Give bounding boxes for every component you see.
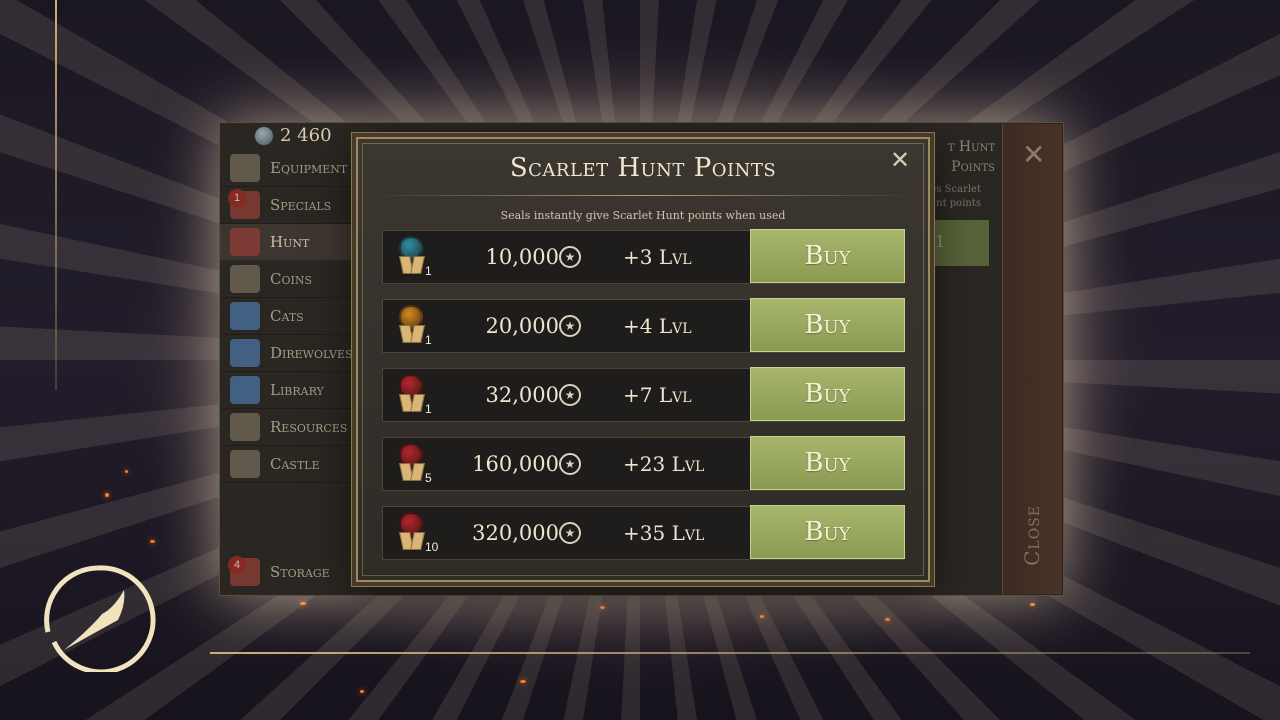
currency-display: 2 460: [254, 125, 332, 146]
coins-icon: [230, 265, 260, 293]
seal-count: 1: [425, 264, 432, 278]
buy-button[interactable]: Buy: [750, 298, 905, 352]
game-logo-icon: [44, 565, 156, 672]
points-value: 160,000: [472, 452, 559, 476]
modal-title: Scarlet Hunt Points: [509, 153, 777, 183]
sidebar-item-label: Coins: [270, 270, 313, 288]
sidebar: Equipment 1 Specials Hunt Coins Cats Dir…: [220, 150, 360, 483]
seal-count: 1: [425, 333, 432, 347]
ember: [885, 618, 890, 621]
frame-line: [55, 0, 57, 390]
offer-row: 5 160,000 ★ +23 Lvl Buy: [382, 436, 905, 491]
specials-icon: 1: [228, 189, 260, 219]
offer-row: 1 20,000 ★ +4 Lvl Buy: [382, 298, 905, 353]
ember: [300, 602, 306, 605]
sidebar-item-cats[interactable]: Cats: [220, 298, 360, 335]
level-gain: +35 Lvl: [623, 521, 705, 545]
ember: [520, 680, 526, 683]
sidebar-item-label: Equipment: [270, 159, 348, 177]
frame-line: [210, 652, 1250, 654]
sidebar-item-storage[interactable]: 4 Storage: [220, 553, 360, 590]
hunt-point-star-icon: ★: [559, 453, 581, 475]
sidebar-item-coins[interactable]: Coins: [220, 261, 360, 298]
seal-count: 5: [425, 471, 432, 485]
hunt-point-star-icon: ★: [559, 315, 581, 337]
direwolves-book-icon: [230, 339, 260, 367]
ember: [1030, 603, 1035, 606]
sidebar-item-library[interactable]: Library: [220, 372, 360, 409]
sidebar-item-direwolves[interactable]: Direwolves: [220, 335, 360, 372]
ribbon: [410, 394, 425, 412]
library-book-icon: [230, 376, 260, 404]
buy-button[interactable]: Buy: [750, 367, 905, 421]
points-value: 10,000: [485, 245, 559, 269]
sidebar-item-resources[interactable]: Resources: [220, 409, 360, 446]
ember: [150, 540, 155, 543]
points-value: 20,000: [485, 314, 559, 338]
divider: [370, 195, 916, 196]
seal-medal-icon: 1: [395, 374, 435, 418]
buy-button[interactable]: Buy: [750, 505, 905, 559]
seal-medal-icon: 1: [395, 305, 435, 349]
ribbon: [410, 325, 425, 343]
offer-list: 1 10,000 ★ +3 Lvl Buy 1 20,000 ★ +4 Lvl …: [382, 229, 905, 575]
hunt-seal-icon: [230, 228, 260, 256]
close-icon[interactable]: ✕: [1022, 138, 1045, 171]
seal-medal-icon: 1: [395, 236, 435, 280]
buy-button[interactable]: Buy: [750, 229, 905, 283]
sidebar-item-hunt[interactable]: Hunt: [220, 224, 360, 261]
modal-subtitle: Seals instantly give Scarlet Hunt points…: [500, 209, 786, 222]
sidebar-item-label: Cats: [270, 307, 304, 325]
seal-count: 1: [425, 402, 432, 416]
storage-chest-icon: 4: [228, 555, 260, 586]
offer-row: 1 32,000 ★ +7 Lvl Buy: [382, 367, 905, 422]
hammer-icon: [230, 154, 260, 182]
hunt-point-star-icon: ★: [559, 384, 581, 406]
level-gain: +3 Lvl: [623, 245, 692, 269]
ember: [600, 606, 605, 609]
sidebar-item-label: Resources: [270, 418, 348, 436]
ribbon: [410, 463, 425, 481]
sidebar-item-label: Castle: [270, 455, 320, 473]
sidebar-item-label: Specials: [270, 196, 332, 214]
sidebar-item-label: Storage: [270, 562, 330, 581]
seal-count: 10: [425, 540, 439, 554]
seal-medal-icon: 10: [395, 512, 439, 556]
points-value: 320,000: [472, 521, 559, 545]
sidebar-item-specials[interactable]: 1 Specials: [220, 187, 360, 224]
cats-book-icon: [230, 302, 260, 330]
notification-badge: 4: [228, 555, 246, 574]
ember: [105, 493, 109, 497]
scarlet-hunt-points-modal: Scarlet Hunt Points ✕ Seals instantly gi…: [356, 137, 930, 582]
sidebar-item-label: Direwolves: [270, 344, 353, 362]
offer-row: 1 10,000 ★ +3 Lvl Buy: [382, 229, 905, 284]
currency-value: 2 460: [280, 125, 332, 146]
gem-icon: [254, 125, 274, 146]
close-label[interactable]: Close: [1020, 505, 1044, 566]
notification-badge: 1: [228, 189, 246, 207]
sidebar-item-label: Hunt: [270, 233, 310, 251]
points-value: 32,000: [485, 383, 559, 407]
offer-row: 10 320,000 ★ +35 Lvl Buy: [382, 505, 905, 560]
sidebar-item-equipment[interactable]: Equipment: [220, 150, 360, 187]
ribbon: [410, 256, 425, 274]
level-gain: +7 Lvl: [623, 383, 692, 407]
resources-icon: [230, 413, 260, 441]
ember: [760, 615, 764, 618]
hunt-point-star-icon: ★: [559, 522, 581, 544]
level-gain: +4 Lvl: [623, 314, 692, 338]
hunt-point-star-icon: ★: [559, 246, 581, 268]
buy-button[interactable]: Buy: [750, 436, 905, 490]
level-gain: +23 Lvl: [623, 452, 705, 476]
castle-icon: [230, 450, 260, 478]
ribbon: [410, 532, 425, 550]
ember: [125, 470, 128, 473]
close-icon[interactable]: ✕: [890, 146, 910, 174]
sidebar-item-label: Library: [270, 381, 324, 399]
seal-medal-icon: 5: [395, 443, 435, 487]
sidebar-item-castle[interactable]: Castle: [220, 446, 360, 483]
ember: [360, 690, 364, 693]
